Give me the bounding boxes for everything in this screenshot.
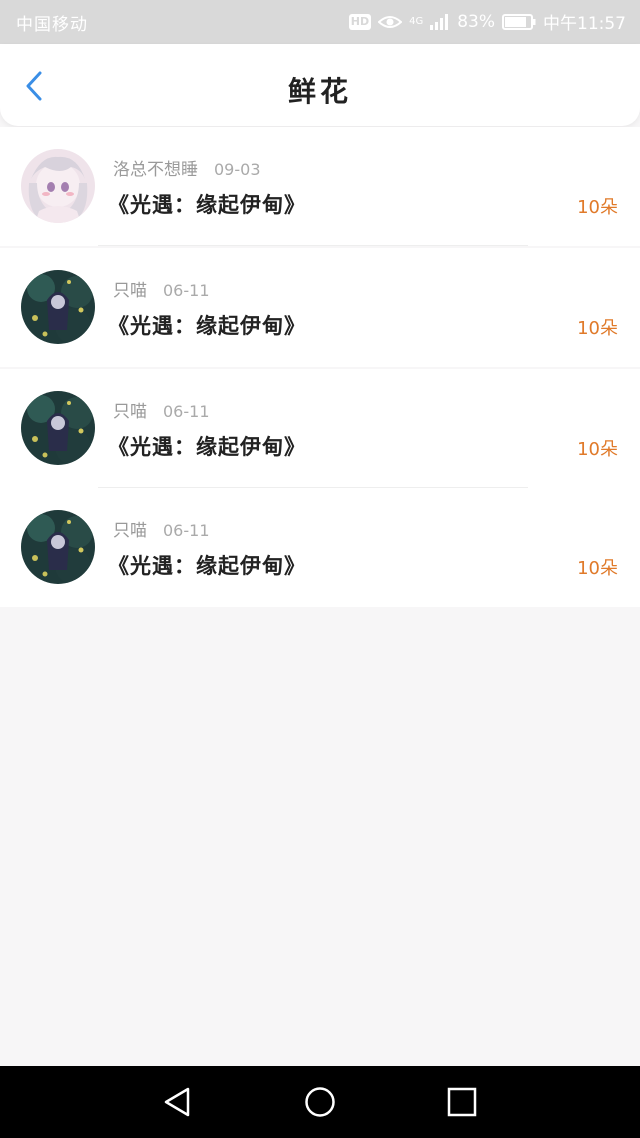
- battery-percent: 83%: [457, 11, 495, 32]
- username[interactable]: 洛总不想睡: [113, 160, 198, 180]
- item-meta: 洛总不想睡 09-03: [113, 155, 261, 180]
- avatar[interactable]: [21, 510, 95, 584]
- hd-icon: HD: [348, 13, 372, 30]
- network-label: 4G: [409, 16, 424, 27]
- username[interactable]: 只喵: [113, 281, 147, 301]
- item-meta: 只喵 06-11: [113, 516, 210, 541]
- date: 06-11: [163, 281, 210, 300]
- avatar-image: [21, 510, 95, 584]
- item-meta: 只喵 06-11: [113, 276, 210, 301]
- back-triangle-icon[interactable]: [162, 1086, 194, 1118]
- username[interactable]: 只喵: [113, 521, 147, 541]
- avatar[interactable]: [21, 270, 95, 344]
- list-item[interactable]: 只喵 06-11 《光遇：缘起伊甸》 10朵: [0, 248, 640, 367]
- avatar[interactable]: [21, 149, 95, 223]
- home-circle-icon[interactable]: [304, 1086, 336, 1118]
- avatar-image: [21, 149, 95, 223]
- page-title: 鲜花: [287, 75, 352, 108]
- header: 鲜花: [0, 44, 640, 126]
- work-title[interactable]: 《光遇：缘起伊甸》: [108, 310, 306, 340]
- system-nav-bar: [0, 1066, 640, 1138]
- flower-count: 10朵: [577, 439, 618, 460]
- eye-comfort-icon: [378, 15, 403, 28]
- avatar-image: [21, 270, 95, 344]
- flower-count: 10朵: [577, 558, 618, 579]
- recent-apps-square-icon[interactable]: [446, 1086, 478, 1118]
- item-meta: 只喵 06-11: [113, 397, 210, 422]
- date: 06-11: [163, 521, 210, 540]
- avatar-image: [21, 391, 95, 465]
- list-item[interactable]: 只喵 06-11 《光遇：缘起伊甸》 10朵: [0, 488, 640, 607]
- divider: [98, 245, 528, 246]
- flower-list: 洛总不想睡 09-03 《光遇：缘起伊甸》 10朵 只喵 06-11 《光遇：缘起伊…: [0, 127, 640, 607]
- status-icons: HD 4G 83% 中午11:57: [348, 9, 626, 34]
- flower-count: 10朵: [577, 318, 618, 339]
- carrier-name: 中国移动: [16, 15, 88, 35]
- list-item[interactable]: 只喵 06-11 《光遇：缘起伊甸》 10朵: [0, 369, 640, 488]
- clock: 中午11:57: [543, 14, 626, 34]
- list-item[interactable]: 洛总不想睡 09-03 《光遇：缘起伊甸》 10朵: [0, 127, 640, 246]
- date: 09-03: [214, 160, 261, 179]
- avatar[interactable]: [21, 391, 95, 465]
- work-title[interactable]: 《光遇：缘起伊甸》: [108, 550, 306, 580]
- work-title[interactable]: 《光遇：缘起伊甸》: [108, 431, 306, 461]
- flower-count: 10朵: [577, 197, 618, 218]
- date: 06-11: [163, 402, 210, 421]
- signal-icon: [430, 13, 449, 30]
- battery-icon: [502, 13, 536, 30]
- status-bar: 中国移动 HD 4G 83% 中午11:57: [0, 0, 640, 44]
- username[interactable]: 只喵: [113, 402, 147, 422]
- work-title[interactable]: 《光遇：缘起伊甸》: [108, 189, 306, 219]
